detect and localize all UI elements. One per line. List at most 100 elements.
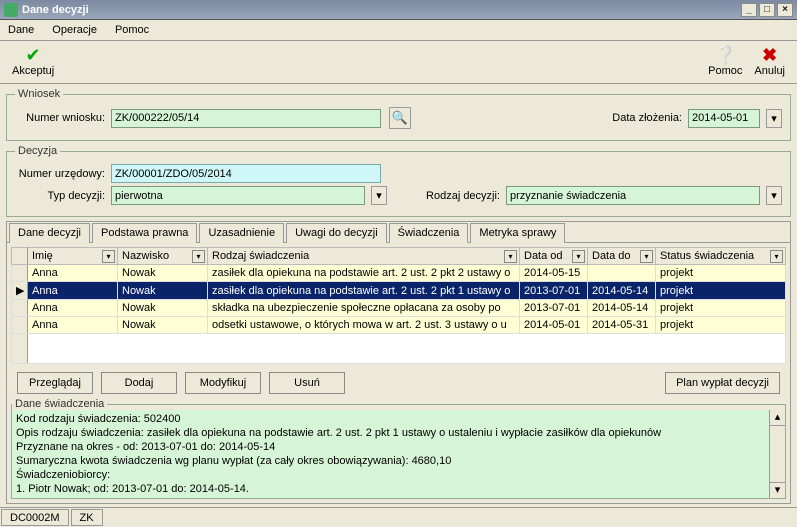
usun-button[interactable]: Usuń bbox=[269, 372, 345, 394]
cell-rodzaj: składka na ubezpieczenie społeczne opłac… bbox=[208, 300, 520, 317]
window-title: Dane decyzji bbox=[22, 4, 89, 16]
maximize-button[interactable]: □ bbox=[759, 3, 775, 17]
tab-uwagi[interactable]: Uwagi do decyzji bbox=[286, 223, 387, 243]
wniosek-group: Wniosek Numer wniosku: 🔍 Data złożenia: … bbox=[6, 88, 791, 141]
typ-decyzji-select[interactable] bbox=[111, 186, 365, 205]
wniosek-legend: Wniosek bbox=[15, 88, 63, 100]
filter-icon[interactable]: ▾ bbox=[192, 250, 205, 263]
rodzaj-decyzji-select[interactable] bbox=[506, 186, 760, 205]
cell-nazwisko: Nowak bbox=[118, 282, 208, 300]
typ-decyzji-label: Typ decyzji: bbox=[15, 190, 105, 202]
tab-podstawa-prawna[interactable]: Podstawa prawna bbox=[92, 223, 197, 243]
swiadczenia-grid[interactable]: Imię▾ Nazwisko▾ Rodzaj świadczenia▾ Data… bbox=[11, 247, 786, 364]
cell-rodzaj: zasiłek dla opiekuna na podstawie art. 2… bbox=[208, 282, 520, 300]
cell-data-do: 2014-05-31 bbox=[588, 317, 656, 334]
decyzja-legend: Decyzja bbox=[15, 145, 60, 157]
numer-urzedowy-input[interactable] bbox=[111, 164, 381, 183]
chevron-down-icon: ▾ bbox=[376, 189, 382, 202]
scroll-down-icon[interactable]: ▾ bbox=[770, 482, 785, 498]
cell-status: projekt bbox=[656, 265, 786, 282]
table-row[interactable]: Anna Nowak składka na ubezpieczenie społ… bbox=[12, 300, 786, 317]
tab-strip: Dane decyzji Podstawa prawna Uzasadnieni… bbox=[7, 222, 790, 243]
plan-wyplat-button[interactable]: Plan wypłat decyzji bbox=[665, 372, 780, 394]
grid-panel: Imię▾ Nazwisko▾ Rodzaj świadczenia▾ Data… bbox=[7, 243, 790, 368]
menu-pomoc[interactable]: Pomoc bbox=[111, 22, 153, 38]
cell-data-do: 2014-05-14 bbox=[588, 282, 656, 300]
cancel-icon: ✖ bbox=[760, 45, 780, 65]
tab-uzasadnienie[interactable]: Uzasadnienie bbox=[199, 223, 284, 243]
cell-data-od: 2013-07-01 bbox=[520, 282, 588, 300]
cell-imie: Anna bbox=[28, 265, 118, 282]
details-line: Sumaryczna kwota świadczenia wg planu wy… bbox=[16, 454, 781, 468]
details-line: Opis rodzaju świadczenia: zasiłek dla op… bbox=[16, 426, 781, 440]
status-cell-1: DC0002M bbox=[1, 509, 69, 526]
numer-wniosku-input[interactable] bbox=[111, 109, 381, 128]
minimize-button[interactable]: _ bbox=[741, 3, 757, 17]
details-line: Przyznane na okres - od: 2013-07-01 do: … bbox=[16, 440, 781, 454]
cell-imie: Anna bbox=[28, 317, 118, 334]
col-data-do[interactable]: Data do▾ bbox=[588, 248, 656, 265]
cell-data-do bbox=[588, 265, 656, 282]
przegladaj-button[interactable]: Przeglądaj bbox=[17, 372, 93, 394]
col-status[interactable]: Status świadczenia▾ bbox=[656, 248, 786, 265]
cell-status: projekt bbox=[656, 300, 786, 317]
tabset: Dane decyzji Podstawa prawna Uzasadnieni… bbox=[6, 221, 791, 504]
anuluj-label: Anuluj bbox=[754, 65, 785, 77]
filter-icon[interactable]: ▾ bbox=[102, 250, 115, 263]
title-bar: Dane decyzji _ □ × bbox=[0, 0, 797, 20]
table-row[interactable]: ▶ Anna Nowak zasiłek dla opiekuna na pod… bbox=[12, 282, 786, 300]
pomoc-label: Pomoc bbox=[708, 65, 742, 77]
dodaj-button[interactable]: Dodaj bbox=[101, 372, 177, 394]
cell-status: projekt bbox=[656, 282, 786, 300]
lookup-wniosek-button[interactable]: 🔍 bbox=[389, 107, 411, 129]
data-zlozenia-dropdown[interactable]: ▾ bbox=[766, 109, 782, 128]
status-cell-2: ZK bbox=[71, 509, 103, 526]
filter-icon[interactable]: ▾ bbox=[504, 250, 517, 263]
menu-dane[interactable]: Dane bbox=[4, 22, 38, 38]
rodzaj-decyzji-dropdown[interactable]: ▾ bbox=[766, 186, 782, 205]
menu-bar: Dane Operacje Pomoc bbox=[0, 20, 797, 41]
toolbar: ✔ Akceptuj ❔ Pomoc ✖ Anuluj bbox=[0, 41, 797, 84]
close-button[interactable]: × bbox=[777, 3, 793, 17]
cell-nazwisko: Nowak bbox=[118, 317, 208, 334]
scroll-up-icon[interactable]: ▴ bbox=[770, 410, 785, 426]
filter-icon[interactable]: ▾ bbox=[640, 250, 653, 263]
grid-buttons: Przeglądaj Dodaj Modyfikuj Usuń Plan wyp… bbox=[7, 368, 790, 398]
chevron-down-icon: ▾ bbox=[771, 112, 777, 125]
tab-metryka[interactable]: Metryka sprawy bbox=[470, 223, 565, 243]
data-zlozenia-input[interactable] bbox=[688, 109, 760, 128]
table-row[interactable]: Anna Nowak zasiłek dla opiekuna na podst… bbox=[12, 265, 786, 282]
pomoc-button[interactable]: ❔ Pomoc bbox=[702, 43, 748, 79]
filter-icon[interactable]: ▾ bbox=[770, 250, 783, 263]
filter-icon[interactable]: ▾ bbox=[572, 250, 585, 263]
col-data-od[interactable]: Data od▾ bbox=[520, 248, 588, 265]
cell-rodzaj: odsetki ustawowe, o których mowa w art. … bbox=[208, 317, 520, 334]
menu-operacje[interactable]: Operacje bbox=[48, 22, 101, 38]
cell-data-do: 2014-05-14 bbox=[588, 300, 656, 317]
anuluj-button[interactable]: ✖ Anuluj bbox=[748, 43, 791, 79]
cell-data-od: 2014-05-15 bbox=[520, 265, 588, 282]
akceptuj-label: Akceptuj bbox=[12, 65, 54, 77]
help-icon: ❔ bbox=[715, 45, 735, 65]
details-scrollbar[interactable]: ▴ ▾ bbox=[769, 410, 785, 498]
rodzaj-decyzji-label: Rodzaj decyzji: bbox=[410, 190, 500, 202]
tab-swiadczenia[interactable]: Świadczenia bbox=[389, 223, 469, 243]
col-rodzaj[interactable]: Rodzaj świadczenia▾ bbox=[208, 248, 520, 265]
cell-nazwisko: Nowak bbox=[118, 265, 208, 282]
typ-decyzji-dropdown[interactable]: ▾ bbox=[371, 186, 387, 205]
modyfikuj-button[interactable]: Modyfikuj bbox=[185, 372, 261, 394]
cell-rodzaj: zasiłek dla opiekuna na podstawie art. 2… bbox=[208, 265, 520, 282]
col-imie[interactable]: Imię▾ bbox=[28, 248, 118, 265]
row-pointer bbox=[12, 300, 28, 317]
cell-imie: Anna bbox=[28, 300, 118, 317]
details-line: Kod rodzaju świadczenia: 502400 bbox=[16, 412, 781, 426]
details-group: Dane świadczenia Kod rodzaju świadczenia… bbox=[11, 398, 786, 499]
table-row[interactable]: Anna Nowak odsetki ustawowe, o których m… bbox=[12, 317, 786, 334]
akceptuj-button[interactable]: ✔ Akceptuj bbox=[6, 43, 60, 79]
decyzja-group: Decyzja Numer urzędowy: Typ decyzji: ▾ R… bbox=[6, 145, 791, 217]
col-nazwisko[interactable]: Nazwisko▾ bbox=[118, 248, 208, 265]
search-icon: 🔍 bbox=[392, 110, 408, 126]
cell-nazwisko: Nowak bbox=[118, 300, 208, 317]
row-pointer bbox=[12, 265, 28, 282]
tab-dane-decyzji[interactable]: Dane decyzji bbox=[9, 223, 90, 243]
